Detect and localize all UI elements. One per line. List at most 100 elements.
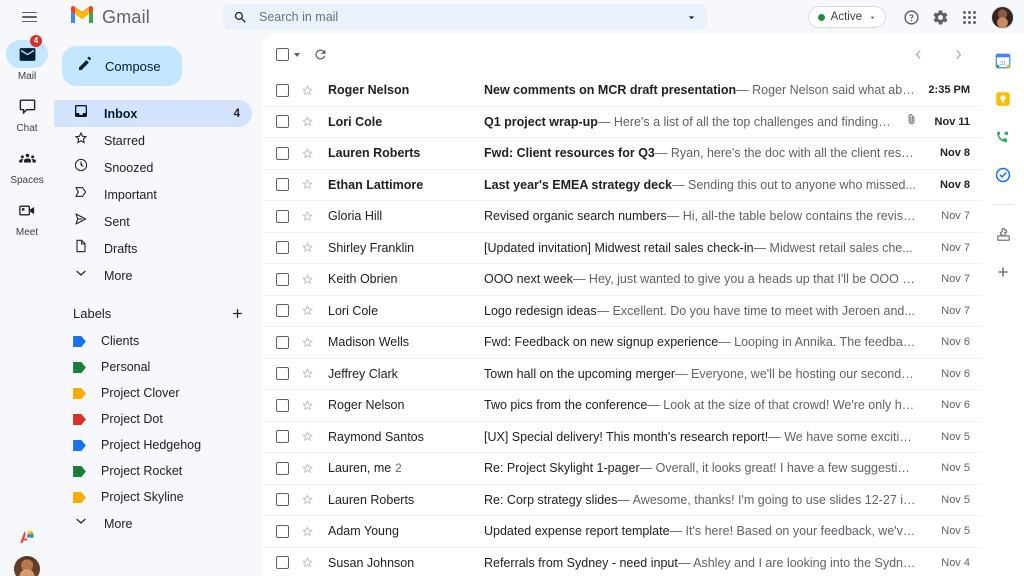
row-checkbox[interactable] bbox=[276, 115, 289, 129]
row-checkbox[interactable] bbox=[276, 493, 289, 507]
row-meta: Nov 5 bbox=[926, 494, 970, 506]
sidebar-label-inbox: Inbox bbox=[104, 106, 138, 121]
table-row[interactable]: Madison Wells Fwd: Feedback on new signup… bbox=[262, 327, 982, 359]
table-row[interactable]: Lori Cole Logo redesign ideas — Excellent… bbox=[262, 295, 982, 327]
gear-icon[interactable] bbox=[927, 4, 954, 31]
email-subject: Fwd: Client resources for Q3 bbox=[484, 146, 655, 161]
label-name: Clients bbox=[101, 334, 140, 348]
table-row[interactable]: Gloria Hill Revised organic search number… bbox=[262, 201, 982, 233]
table-row[interactable]: Roger Nelson Two pics from the conference… bbox=[262, 390, 982, 422]
puzzle-addon-icon[interactable] bbox=[992, 223, 1014, 245]
rail-item-spaces[interactable]: Spaces bbox=[0, 144, 54, 186]
table-row[interactable]: Roger Nelson New comments on MCR draft pr… bbox=[262, 75, 982, 107]
row-checkbox[interactable] bbox=[276, 430, 289, 444]
table-row[interactable]: Raymond Santos [UX] Special delivery! Thi… bbox=[262, 421, 982, 453]
star-icon[interactable] bbox=[300, 303, 315, 318]
row-checkbox[interactable] bbox=[276, 524, 289, 538]
email-sender: Lauren Roberts bbox=[328, 146, 421, 161]
sidebar-label-personal[interactable]: Personal bbox=[54, 354, 252, 380]
sidebar-label-project-skyline[interactable]: Project Skyline bbox=[54, 484, 252, 510]
google-keep-icon[interactable] bbox=[992, 88, 1014, 110]
google-contacts-phone-icon[interactable] bbox=[992, 126, 1014, 148]
row-checkbox[interactable] bbox=[276, 178, 289, 192]
sidebar-item-drafts[interactable]: Drafts bbox=[54, 235, 252, 262]
sidebar-label-clients[interactable]: Clients bbox=[54, 328, 252, 354]
search-box[interactable] bbox=[223, 4, 707, 30]
sidebar-label-project-rocket[interactable]: Project Rocket bbox=[54, 458, 252, 484]
star-icon[interactable] bbox=[300, 209, 315, 224]
table-row[interactable]: Lauren, me 2 Re: Project Skylight 1-pager … bbox=[262, 453, 982, 485]
table-row[interactable]: Jeffrey Clark Town hall on the upcoming m… bbox=[262, 358, 982, 390]
sidebar-label-project-clover[interactable]: Project Clover bbox=[54, 380, 252, 406]
refresh-button[interactable] bbox=[306, 41, 334, 69]
user-avatar-small[interactable] bbox=[14, 556, 40, 576]
table-row[interactable]: Lori Cole Q1 project wrap-up — Here's a l… bbox=[262, 106, 982, 138]
sidebar-labels-more[interactable]: More bbox=[54, 510, 252, 537]
search-options-chevron-icon[interactable] bbox=[679, 11, 698, 24]
prev-page-button[interactable] bbox=[904, 41, 932, 69]
google-tasks-icon[interactable] bbox=[992, 164, 1014, 186]
row-checkbox[interactable] bbox=[276, 209, 289, 223]
star-icon[interactable] bbox=[300, 492, 315, 507]
compose-button[interactable]: Compose bbox=[62, 46, 182, 86]
row-meta: Nov 6 bbox=[926, 336, 970, 348]
star-icon[interactable] bbox=[300, 335, 315, 350]
rail-item-meet[interactable]: Meet bbox=[0, 196, 54, 238]
brand[interactable]: Gmail bbox=[69, 5, 219, 30]
rail-item-chat[interactable]: Chat bbox=[0, 92, 54, 134]
star-icon[interactable] bbox=[300, 461, 315, 476]
sidebar-item-important[interactable]: Important bbox=[54, 181, 252, 208]
sidebar-label-sent: Sent bbox=[104, 214, 130, 229]
star-icon[interactable] bbox=[300, 429, 315, 444]
star-icon[interactable] bbox=[300, 240, 315, 255]
table-row[interactable]: Keith Obrien OOO next week — Hey, just wa… bbox=[262, 264, 982, 296]
google-calendar-icon[interactable]: 31 bbox=[992, 50, 1014, 72]
sidebar-item-more[interactable]: More bbox=[54, 262, 252, 289]
rail-bottom bbox=[0, 526, 54, 576]
table-row[interactable]: Lauren Roberts Re: Corp strategy slides —… bbox=[262, 484, 982, 516]
star-icon[interactable] bbox=[300, 177, 315, 192]
status-badge[interactable]: Active bbox=[807, 6, 886, 28]
table-row[interactable]: Ethan Lattimore Last year's EMEA strategy… bbox=[262, 169, 982, 201]
table-row[interactable]: Lauren Roberts Fwd: Client resources for … bbox=[262, 138, 982, 170]
row-checkbox[interactable] bbox=[276, 335, 289, 349]
star-icon[interactable] bbox=[300, 83, 315, 98]
sidebar-item-inbox[interactable]: Inbox 4 bbox=[54, 100, 252, 127]
star-icon[interactable] bbox=[300, 398, 315, 413]
sidebar-item-snoozed[interactable]: Snoozed bbox=[54, 154, 252, 181]
apps-grid-icon[interactable] bbox=[956, 4, 983, 31]
sidebar-label-project-dot[interactable]: Project Dot bbox=[54, 406, 252, 432]
email-subject: Q1 project wrap-up bbox=[484, 114, 598, 129]
star-icon[interactable] bbox=[300, 555, 315, 570]
rail-item-mail[interactable]: 4 Mail bbox=[0, 35, 54, 82]
table-row[interactable]: Susan Johnson Referrals from Sydney - nee… bbox=[262, 547, 982, 576]
plus-icon[interactable] bbox=[226, 302, 248, 324]
search-input[interactable] bbox=[259, 10, 679, 24]
table-row[interactable]: Shirley Franklin [Updated invitation] Mid… bbox=[262, 232, 982, 264]
star-icon[interactable] bbox=[300, 146, 315, 161]
table-row[interactable]: Adam Young Updated expense report templat… bbox=[262, 516, 982, 548]
row-checkbox[interactable] bbox=[276, 241, 289, 255]
contacts-avatar-icon[interactable] bbox=[16, 526, 38, 548]
sidebar-item-starred[interactable]: Starred bbox=[54, 127, 252, 154]
star-icon[interactable] bbox=[300, 272, 315, 287]
star-icon[interactable] bbox=[300, 114, 315, 129]
row-checkbox[interactable] bbox=[276, 272, 289, 286]
plus-icon[interactable] bbox=[992, 261, 1014, 283]
row-checkbox[interactable] bbox=[276, 367, 289, 381]
sidebar-item-sent[interactable]: Sent bbox=[54, 208, 252, 235]
select-all-checkbox[interactable] bbox=[276, 48, 300, 61]
row-checkbox[interactable] bbox=[276, 398, 289, 412]
row-checkbox[interactable] bbox=[276, 461, 289, 475]
row-checkbox[interactable] bbox=[276, 304, 289, 318]
avatar[interactable] bbox=[991, 5, 1014, 29]
star-icon[interactable] bbox=[300, 366, 315, 381]
row-checkbox[interactable] bbox=[276, 146, 289, 160]
star-icon[interactable] bbox=[300, 524, 315, 539]
sidebar-label-project-hedgehog[interactable]: Project Hedgehog bbox=[54, 432, 252, 458]
row-checkbox[interactable] bbox=[276, 556, 289, 570]
row-checkbox[interactable] bbox=[276, 83, 289, 97]
next-page-button[interactable] bbox=[944, 41, 972, 69]
help-circle-icon[interactable] bbox=[898, 4, 925, 31]
hamburger-icon[interactable] bbox=[12, 0, 46, 34]
